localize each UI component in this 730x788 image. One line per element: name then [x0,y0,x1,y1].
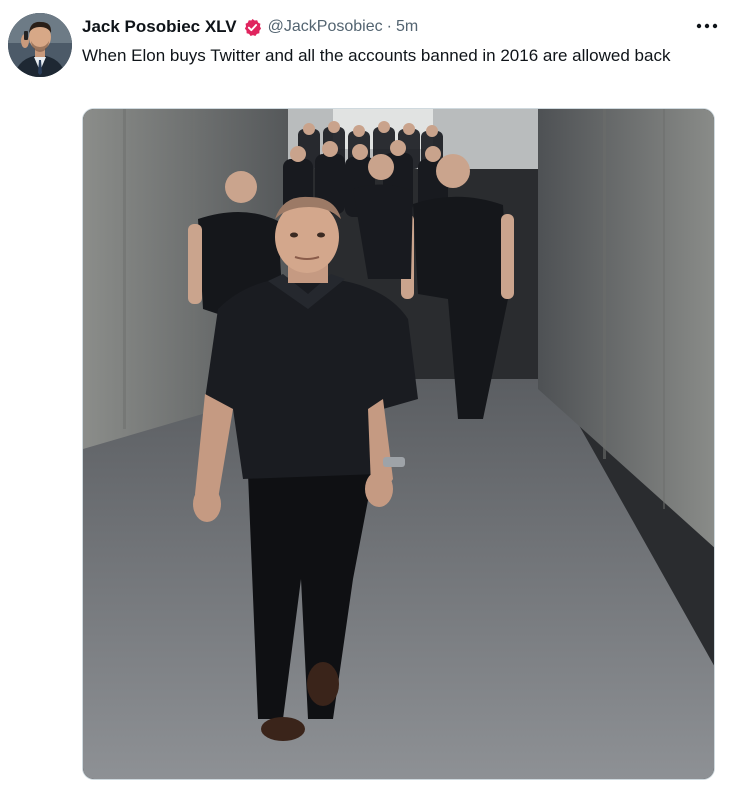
tweet-header: Jack Posobiec XLV @JackPosobiec · 5m [82,14,710,40]
avatar-image [8,13,72,77]
more-options-icon [696,23,718,29]
photo-illustration [83,109,714,779]
avatar[interactable] [8,13,72,77]
more-options-button[interactable] [692,12,722,40]
display-name[interactable]: Jack Posobiec XLV [82,17,237,37]
separator-dot: · [386,18,392,35]
tweet-text: When Elon buys Twitter and all the accou… [82,46,671,65]
verified-badge-icon [243,18,262,37]
tweet-media-image[interactable] [82,108,715,780]
timestamp[interactable]: 5m [396,18,418,36]
tweet-card: Jack Posobiec XLV @JackPosobiec · 5m Whe… [0,0,730,788]
user-handle[interactable]: @JackPosobiec [268,18,383,36]
